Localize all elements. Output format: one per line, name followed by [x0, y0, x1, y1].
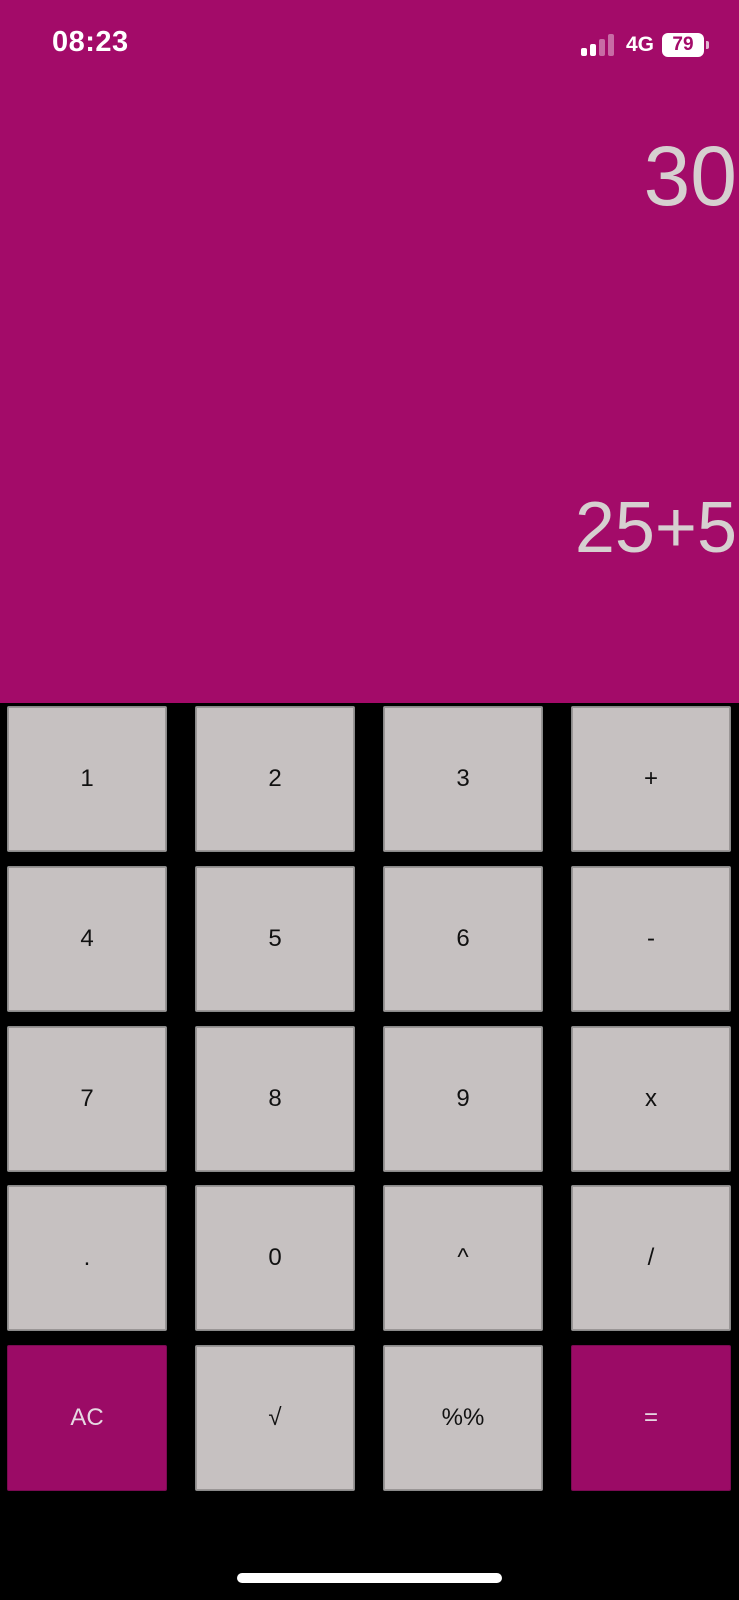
key-6[interactable]: 6	[383, 866, 543, 1012]
key-4[interactable]: 4	[7, 866, 167, 1012]
battery-icon: 79	[662, 33, 709, 57]
key-all-clear[interactable]: AC	[7, 1345, 167, 1491]
key-divide[interactable]: /	[571, 1185, 731, 1331]
key-5[interactable]: 5	[195, 866, 355, 1012]
status-indicators: 4G 79	[580, 30, 709, 60]
signal-bar	[607, 34, 614, 56]
key-multiply[interactable]: x	[571, 1026, 731, 1172]
key-7[interactable]: 7	[7, 1026, 167, 1172]
calculator-app: 08:23 4G 79 30 25+5 1 2 3 + 4 5 6 - 7 8 …	[0, 0, 739, 1600]
key-3[interactable]: 3	[383, 706, 543, 852]
status-time: 08:23	[52, 26, 129, 58]
status-bar: 08:23 4G 79	[0, 0, 739, 90]
keypad: 1 2 3 + 4 5 6 - 7 8 9 x . 0 ^ / AC √ %% …	[0, 703, 739, 1503]
result-display: 30	[643, 129, 737, 223]
key-plus[interactable]: +	[571, 706, 731, 852]
key-power[interactable]: ^	[383, 1185, 543, 1331]
network-type: 4G	[625, 33, 654, 56]
key-2[interactable]: 2	[195, 706, 355, 852]
key-0[interactable]: 0	[195, 1185, 355, 1331]
key-minus[interactable]: -	[571, 866, 731, 1012]
key-8[interactable]: 8	[195, 1026, 355, 1172]
key-equals[interactable]: =	[571, 1345, 731, 1491]
key-9[interactable]: 9	[383, 1026, 543, 1172]
key-1[interactable]: 1	[7, 706, 167, 852]
cellular-signal-icon	[580, 34, 614, 56]
key-decimal[interactable]: .	[7, 1185, 167, 1331]
key-percent[interactable]: %%	[383, 1345, 543, 1491]
signal-bar	[580, 48, 587, 56]
battery-tip	[706, 41, 709, 49]
home-indicator[interactable]	[237, 1573, 502, 1583]
battery-level: 79	[662, 33, 704, 57]
signal-bar	[598, 39, 605, 56]
display-panel: 08:23 4G 79 30 25+5	[0, 0, 739, 703]
signal-bar	[589, 44, 596, 56]
expression-display: 25+5	[574, 488, 737, 568]
key-square-root[interactable]: √	[195, 1345, 355, 1491]
